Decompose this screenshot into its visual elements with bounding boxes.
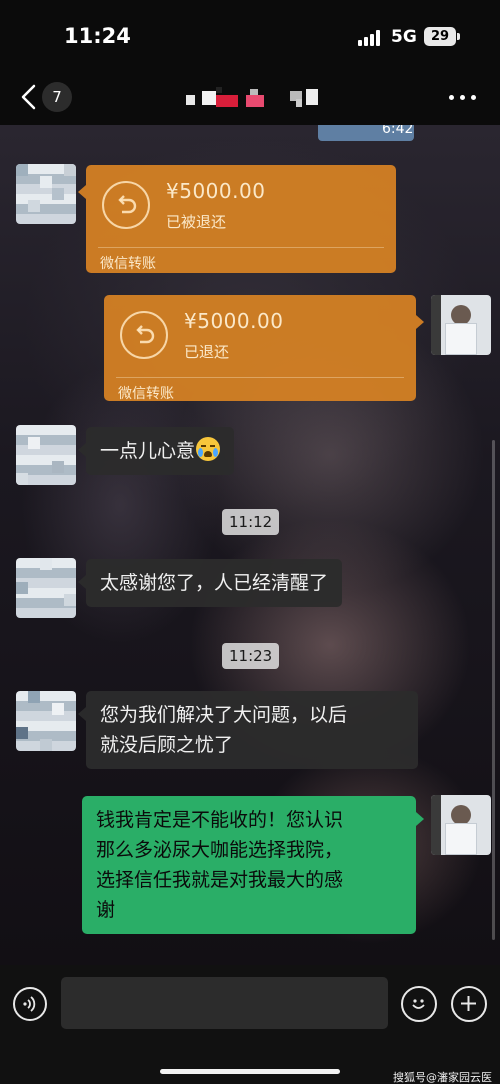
home-indicator[interactable]	[160, 1069, 340, 1074]
transfer-divider	[98, 247, 384, 248]
contact-avatar[interactable]	[16, 425, 76, 485]
back-button[interactable]	[14, 80, 44, 114]
more-options-button[interactable]	[447, 88, 481, 108]
voice-input-button[interactable]	[13, 987, 47, 1021]
message-text-line: 钱我肯定是不能收的！您认识	[96, 809, 344, 831]
message-text-line: 您为我们解决了大问题，以后	[100, 704, 348, 726]
watermark: 搜狐号@瀋家园云医	[393, 1071, 492, 1084]
more-functions-button[interactable]	[451, 986, 487, 1022]
contact-avatar[interactable]	[16, 164, 76, 224]
message-text: 一点儿心意	[100, 440, 196, 462]
battery-icon: 29	[424, 27, 460, 46]
time-divider: 11:12	[222, 509, 280, 535]
emoji-button[interactable]	[401, 986, 437, 1022]
message-text-line: 选择信任我就是对我最大的感	[96, 869, 344, 891]
received-message[interactable]: 一点儿心意	[78, 427, 235, 475]
chevron-left-icon	[21, 84, 36, 110]
partial-message-time: 6:42	[382, 125, 414, 137]
my-avatar[interactable]	[431, 295, 491, 355]
chat-scrollbar[interactable]	[492, 440, 495, 940]
transfer-card-sent[interactable]: ¥5000.00 已退还 微信转账	[104, 295, 424, 402]
input-bar	[0, 965, 500, 1084]
transfer-status: 已被退还	[166, 213, 227, 231]
message-text-line: 那么多泌尿大咖能选择我院，	[96, 839, 344, 861]
unread-count-badge[interactable]: 7	[42, 82, 72, 112]
time-divider: 11:23	[222, 643, 280, 669]
message-text: 太感谢您了，人已经清醒了	[100, 572, 329, 594]
contact-avatar[interactable]	[16, 558, 76, 618]
transfer-amount: ¥5000.00	[166, 179, 266, 203]
sent-message[interactable]: 钱我肯定是不能收的！您认识 那么多泌尿大咖能选择我院， 选择信任我就是对我最大的…	[82, 796, 424, 934]
transfer-amount: ¥5000.00	[184, 309, 284, 333]
transfer-label: 微信转账	[100, 256, 156, 272]
refund-icon	[102, 181, 150, 229]
received-message[interactable]: 太感谢您了，人已经清醒了	[78, 559, 343, 607]
network-type: 5G	[391, 27, 417, 47]
my-avatar[interactable]	[431, 795, 491, 855]
chat-header: 7	[0, 70, 500, 125]
refund-icon	[120, 311, 168, 359]
voice-icon	[23, 996, 36, 1012]
status-time: 11:24	[64, 24, 131, 48]
signal-icon	[358, 30, 382, 46]
contact-avatar[interactable]	[16, 691, 76, 751]
transfer-card-received[interactable]: ¥5000.00 已被退还 微信转账	[78, 165, 396, 273]
message-input[interactable]	[61, 977, 388, 1029]
emoji-icon	[412, 999, 425, 1009]
contact-name-mosaic	[186, 85, 320, 109]
transfer-divider	[116, 377, 404, 378]
transfer-status: 已退还	[184, 343, 230, 361]
ellipsis-icon	[449, 95, 454, 100]
plus-icon	[461, 996, 476, 1011]
message-text-line: 就没后顾之忧了	[100, 734, 234, 756]
status-bar: 11:24 5G 29	[0, 0, 500, 70]
message-text-line: 谢	[96, 899, 116, 921]
transfer-label: 微信转账	[118, 386, 174, 402]
crying-face-icon	[196, 437, 221, 461]
chat-messages[interactable]: 6:42 ¥5000.00 已被退还 微信转账 ¥5000.00 已退还 微信转…	[0, 125, 500, 965]
received-message[interactable]: 您为我们解决了大问题，以后 就没后顾之忧了	[78, 691, 418, 769]
